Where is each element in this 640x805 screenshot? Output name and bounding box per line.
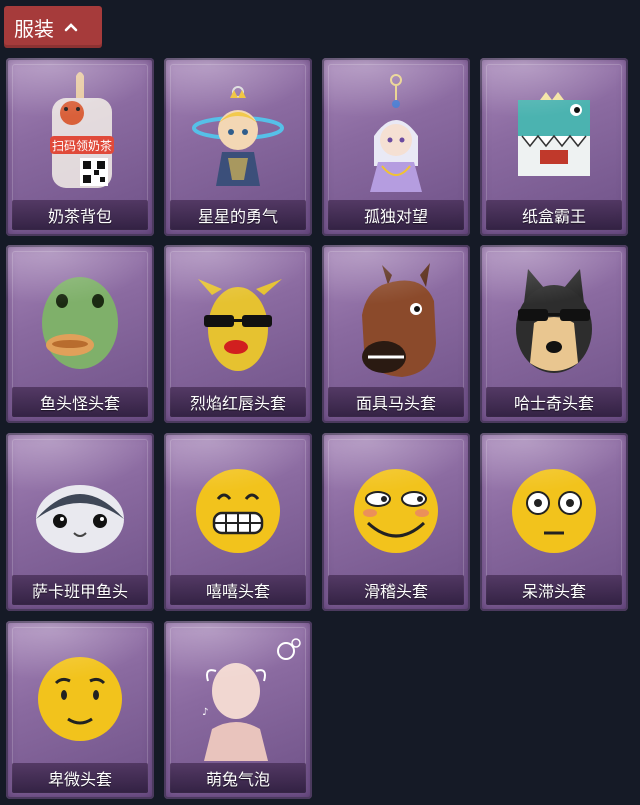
item-card-horse-mask[interactable]: 面具马头套 — [322, 245, 470, 423]
costume-grid: 扫码领奶茶 奶茶背包 星星的勇气 孤独对望 纸盒霸王 鱼头怪头套 烈焰红唇头套 … — [0, 0, 640, 805]
milk-tea-backpack-icon: 扫码领奶茶 — [50, 72, 114, 188]
item-label: 奶茶背包 — [12, 200, 148, 230]
item-label: 孤独对望 — [328, 200, 464, 230]
lonely-gaze-icon — [370, 74, 422, 192]
item-card-cute-rabbit-bubble[interactable]: ♪ 萌兔气泡 — [164, 621, 312, 799]
item-label: 萌兔气泡 — [170, 763, 306, 793]
item-card-sacabambaspis-head[interactable]: 萨卡班甲鱼头 — [6, 433, 154, 611]
humble-emoji-mask-icon — [38, 657, 122, 741]
item-card-lonely-gaze[interactable]: 孤独对望 — [322, 58, 470, 236]
fish-head-mask-icon — [42, 277, 118, 369]
husky-mask-icon — [516, 269, 592, 373]
star-courage-icon — [192, 86, 284, 186]
item-card-cardboard-dino[interactable]: 纸盒霸王 — [480, 58, 628, 236]
item-label: 纸盒霸王 — [486, 200, 622, 230]
item-label: 面具马头套 — [328, 387, 464, 417]
item-card-fish-head-mask[interactable]: 鱼头怪头套 — [6, 245, 154, 423]
item-label: 卑微头套 — [12, 763, 148, 793]
horse-mask-icon — [362, 263, 436, 377]
item-label: 星星的勇气 — [170, 200, 306, 230]
item-label: 哈士奇头套 — [486, 387, 622, 417]
cardboard-dino-icon — [518, 92, 590, 176]
svg-text:♪: ♪ — [202, 707, 208, 718]
item-label: 呆滞头套 — [486, 575, 622, 605]
funny-emoji-mask-icon — [354, 469, 438, 553]
item-card-red-lips-mask[interactable]: 烈焰红唇头套 — [164, 245, 312, 423]
item-label: 萨卡班甲鱼头 — [12, 575, 148, 605]
item-card-husky-mask[interactable]: 哈士奇头套 — [480, 245, 628, 423]
item-card-funny-emoji[interactable]: 滑稽头套 — [322, 433, 470, 611]
item-card-humble-emoji[interactable]: 卑微头套 — [6, 621, 154, 799]
item-card-dazed-emoji[interactable]: 呆滞头套 — [480, 433, 628, 611]
dazed-emoji-mask-icon — [512, 469, 596, 553]
item-card-milk-tea-backpack[interactable]: 扫码领奶茶 奶茶背包 — [6, 58, 154, 236]
grin-emoji-mask-icon — [196, 469, 280, 553]
item-card-grin-emoji[interactable]: 嘻嘻头套 — [164, 433, 312, 611]
sacabambaspis-head-icon — [36, 485, 124, 553]
item-label: 鱼头怪头套 — [12, 387, 148, 417]
item-label: 滑稽头套 — [328, 575, 464, 605]
badge-text: 扫码领奶茶 — [52, 138, 112, 153]
red-lips-mask-icon — [198, 279, 282, 371]
item-label: 烈焰红唇头套 — [170, 387, 306, 417]
cute-rabbit-bubble-icon: ♪ — [202, 638, 301, 761]
item-card-star-courage[interactable]: 星星的勇气 — [164, 58, 312, 236]
item-label: 嘻嘻头套 — [170, 575, 306, 605]
